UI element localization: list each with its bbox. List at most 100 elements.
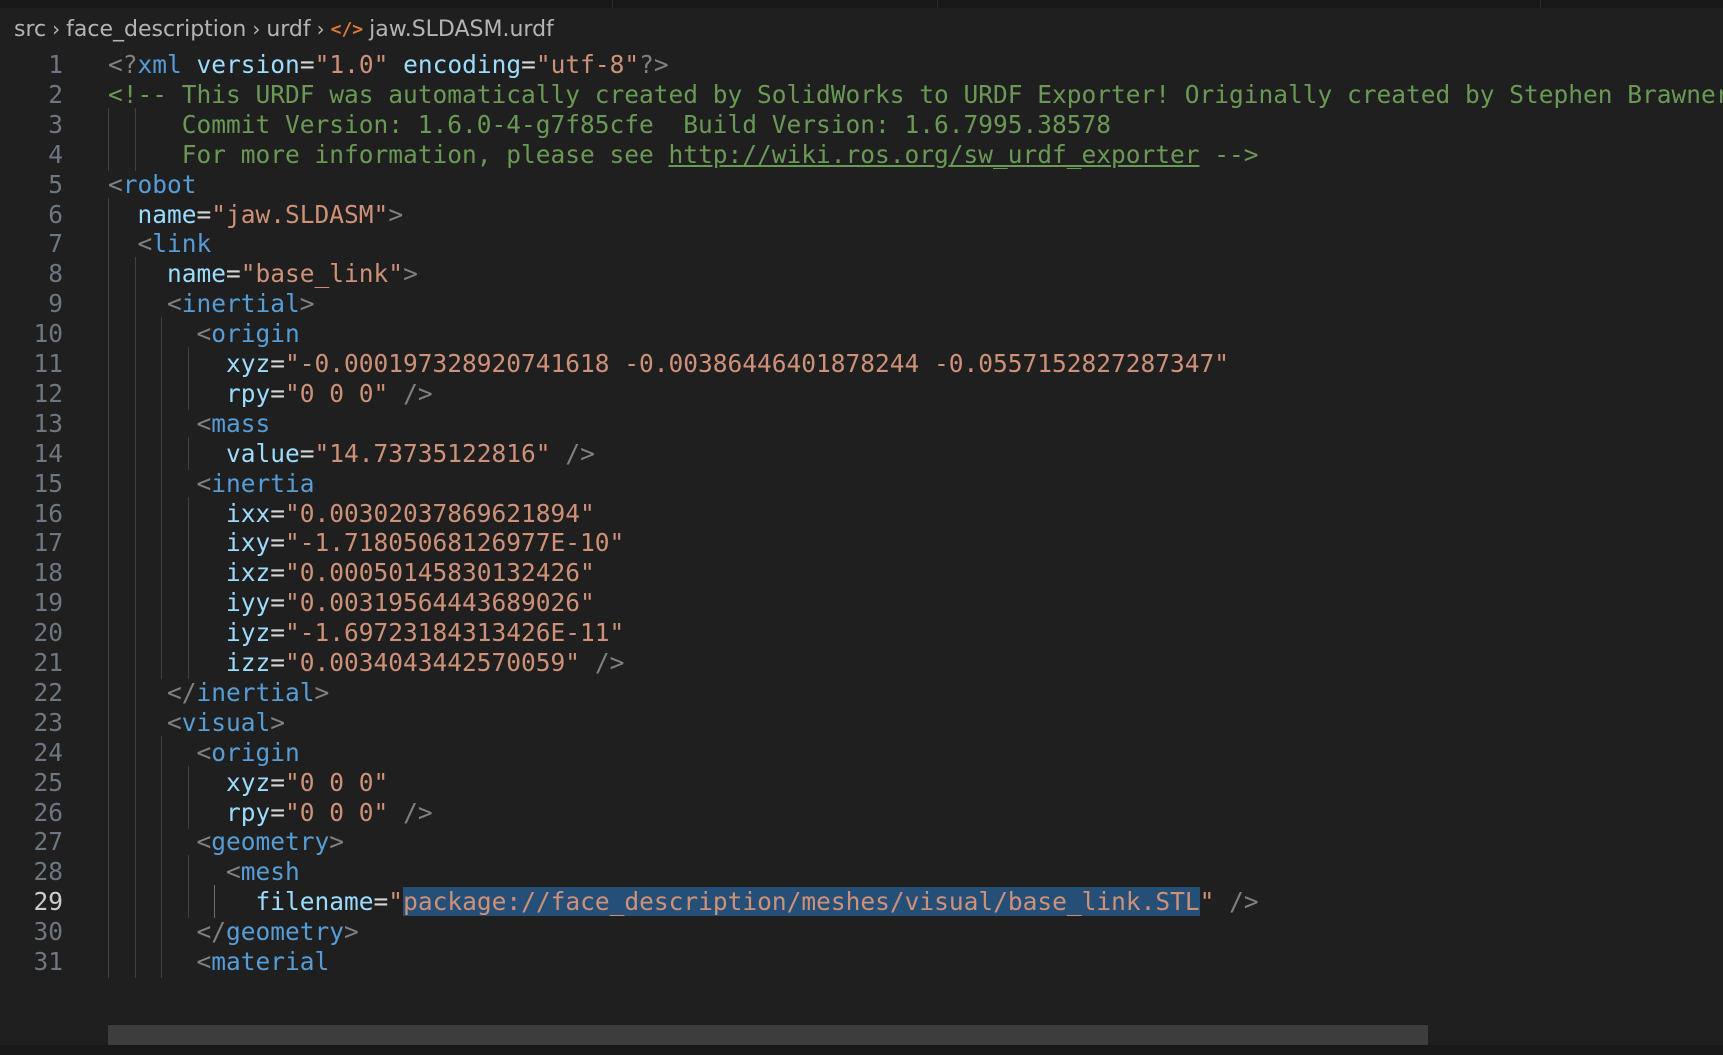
line-number: 17 — [33, 528, 63, 557]
punctuation: </ — [167, 678, 197, 707]
code-text: <origin — [108, 736, 300, 769]
code-line[interactable]: 7 <link — [0, 227, 1723, 260]
code-line[interactable]: 30 </geometry> — [0, 915, 1723, 948]
line-number: 24 — [33, 738, 63, 767]
punctuation: > — [299, 289, 315, 318]
code-line[interactable]: 29 filename="package://face_description/… — [0, 885, 1723, 918]
code-text: </geometry> — [108, 915, 359, 948]
code-line[interactable]: 1 <?xml version="1.0" encoding="utf-8"?> — [0, 48, 1723, 81]
whitespace: = — [270, 499, 286, 528]
line-number: 11 — [33, 349, 63, 378]
code-line[interactable]: 24 <origin — [0, 736, 1723, 769]
code-line[interactable]: 27 <geometry> — [0, 825, 1723, 858]
code-line[interactable]: 9 <inertial> — [0, 287, 1723, 320]
line-number: 28 — [33, 857, 63, 886]
whitespace: = — [270, 768, 286, 797]
line-number: 5 — [48, 170, 63, 199]
attribute-name: version — [196, 50, 300, 79]
code-text: <mass — [108, 407, 271, 440]
attribute-name: encoding — [403, 50, 522, 79]
code-text: rpy="0 0 0" /> — [108, 377, 433, 410]
breadcrumb-item-face-description[interactable]: face_description — [66, 17, 246, 42]
code-line[interactable]: 11 xyz="-0.000197328920741618 -0.0038644… — [0, 347, 1723, 380]
attribute-value: "0.00050145830132426" — [285, 558, 595, 587]
attribute-value: "0.0034043442570059" — [285, 648, 581, 677]
code-line[interactable]: 25 xyz="0 0 0" — [0, 766, 1723, 799]
code-text: xyz="-0.000197328920741618 -0.0038644640… — [108, 347, 1229, 380]
whitespace: = — [270, 528, 286, 557]
punctuation: < — [196, 409, 212, 438]
code-text: Commit Version: 1.6.0-4-g7f85cfe Build V… — [108, 108, 1111, 141]
breadcrumb-item-file[interactable]: jaw.SLDASM.urdf — [369, 17, 554, 42]
code-text: iyz="-1.69723184313426E-11" — [108, 616, 624, 649]
line-number: 18 — [33, 558, 63, 587]
punctuation: < — [226, 857, 241, 886]
code-line[interactable]: 10 <origin — [0, 317, 1723, 350]
code-editor[interactable]: 1 <?xml version="1.0" encoding="utf-8"?> 2… — [0, 48, 1723, 1048]
code-text: </inertial> — [108, 676, 329, 709]
breadcrumb-item-src[interactable]: src — [14, 17, 46, 42]
code-line[interactable]: 14 value="14.73735122816" /> — [0, 437, 1723, 470]
code-line[interactable]: 3 Commit Version: 1.6.0-4-g7f85cfe Build… — [0, 108, 1723, 141]
line-number: 21 — [33, 648, 63, 677]
code-line[interactable]: 22 </inertial> — [0, 676, 1723, 709]
code-line[interactable]: 23 <visual> — [0, 706, 1723, 739]
tag-name: geometry — [211, 827, 330, 856]
attribute-value: "1.0" — [314, 50, 389, 79]
code-line[interactable]: 17 ixy="-1.71805068126977E-10" — [0, 526, 1723, 559]
punctuation: < — [196, 947, 212, 976]
code-line[interactable]: 20 iyz="-1.69723184313426E-11" — [0, 616, 1723, 649]
line-number: 19 — [33, 588, 63, 617]
punctuation: < — [167, 289, 182, 318]
comment-link[interactable]: http://wiki.ros.org/sw_urdf_exporter — [669, 140, 1200, 169]
whitespace: = — [270, 379, 286, 408]
code-line[interactable]: 2 <!-- This URDF was automatically create… — [0, 78, 1723, 111]
attribute-value: "0 0 0" — [285, 768, 389, 797]
tag-name: origin — [211, 319, 300, 348]
line-number: 2 — [48, 80, 63, 109]
bottom-edge — [0, 1045, 1723, 1055]
attribute-name: name — [167, 259, 227, 288]
attribute-name: ixx — [226, 499, 271, 528]
code-line[interactable]: 4 For more information, please see http:… — [0, 138, 1723, 171]
line-number: 9 — [48, 289, 63, 318]
punctuation: < — [108, 170, 123, 199]
punctuation: > — [314, 678, 330, 707]
code-line[interactable]: 13 <mass — [0, 407, 1723, 440]
horizontal-scrollbar[interactable] — [108, 1025, 1428, 1045]
code-line[interactable]: 15 <inertia — [0, 467, 1723, 500]
breadcrumb-item-urdf[interactable]: urdf — [266, 17, 310, 42]
line-number: 4 — [48, 140, 63, 169]
whitespace: = — [299, 439, 315, 468]
code-line[interactable]: 18 ixz="0.00050145830132426" — [0, 556, 1723, 589]
code-line[interactable]: 5 <robot — [0, 168, 1723, 201]
code-line[interactable]: 12 rpy="0 0 0" /> — [0, 377, 1723, 410]
tag-name: xml — [137, 50, 182, 79]
chevron-right-icon: › — [52, 17, 61, 41]
code-line[interactable]: 28 <mesh — [0, 855, 1723, 888]
attribute-name: ixy — [226, 528, 271, 557]
attribute-name: iyz — [226, 618, 271, 647]
line-number: 20 — [33, 618, 63, 647]
code-line[interactable]: 8 name="base_link"> — [0, 257, 1723, 290]
line-number: 3 — [48, 110, 63, 139]
code-line[interactable]: 19 iyy="0.00319564443689026" — [0, 586, 1723, 619]
chevron-right-icon: › — [252, 17, 261, 41]
tag-name: inertial — [196, 678, 315, 707]
tag-name: mass — [211, 409, 271, 438]
code-line[interactable]: 21 izz="0.0034043442570059" /> — [0, 646, 1723, 679]
code-line[interactable]: 31 <material — [0, 945, 1723, 978]
